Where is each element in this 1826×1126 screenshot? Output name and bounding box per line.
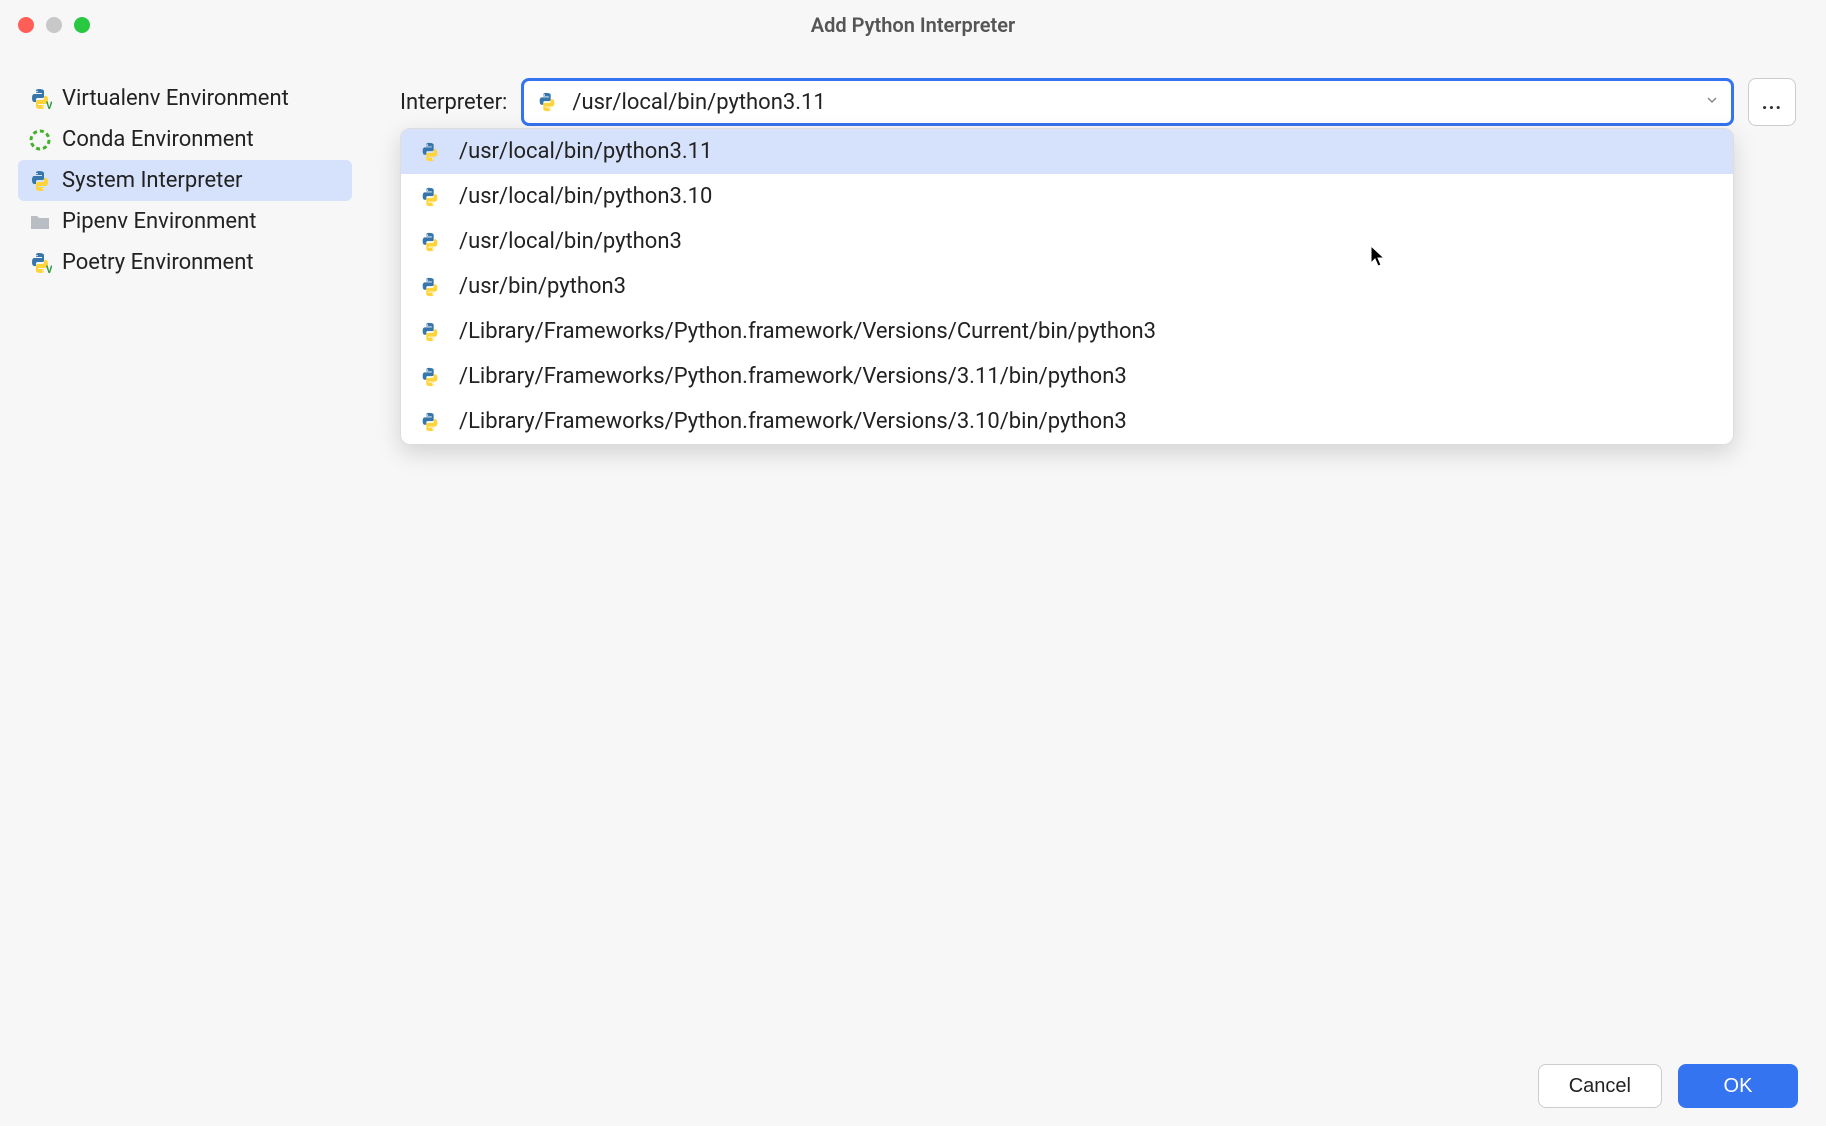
interpreter-row: Interpreter: /usr/local/bin/python3.11 .… [400,78,1796,126]
ok-button[interactable]: OK [1678,1064,1798,1108]
sidebar-item-virtualenv-environment[interactable]: V Virtualenv Environment [18,78,352,119]
python-v-icon: V [28,251,52,275]
dropdown-option-label: /Library/Frameworks/Python.framework/Ver… [459,319,1156,344]
dropdown-option[interactable]: /usr/local/bin/python3.11 [401,129,1733,174]
python-icon [419,411,441,433]
interpreter-selected-value: /usr/local/bin/python3.11 [572,90,1705,115]
interpreter-label: Interpreter: [400,90,507,115]
content: V Virtualenv Environment Conda Environment… [0,50,1826,1046]
sidebar-item-pipenv-environment[interactable]: Pipenv Environment [18,201,352,242]
dropdown-option[interactable]: /Library/Frameworks/Python.framework/Ver… [401,354,1733,399]
browse-button[interactable]: ... [1748,78,1796,126]
svg-text:V: V [46,265,52,275]
python-icon [28,169,52,193]
maximize-button[interactable] [74,17,90,33]
svg-text:V: V [46,101,52,111]
python-icon [419,276,441,298]
interpreter-combobox[interactable]: /usr/local/bin/python3.11 [521,78,1734,126]
python-icon [419,366,441,388]
dialog-window: Add Python Interpreter V Virtualenv Envir… [0,0,1826,1126]
cancel-button[interactable]: Cancel [1538,1064,1662,1108]
titlebar: Add Python Interpreter [0,0,1826,50]
sidebar-item-poetry-environment[interactable]: V Poetry Environment [18,242,352,283]
sidebar-item-label: Pipenv Environment [62,209,256,234]
minimize-button[interactable] [46,17,62,33]
dropdown-option[interactable]: /Library/Frameworks/Python.framework/Ver… [401,309,1733,354]
folder-icon [28,210,52,234]
sidebar-item-system-interpreter[interactable]: System Interpreter [18,160,352,201]
conda-icon [28,128,52,152]
dropdown-option-label: /Library/Frameworks/Python.framework/Ver… [459,364,1127,389]
dropdown-option[interactable]: /Library/Frameworks/Python.framework/Ver… [401,399,1733,444]
dropdown-option-label: /Library/Frameworks/Python.framework/Ver… [459,409,1127,434]
dropdown-option-label: /usr/local/bin/python3.10 [459,184,712,209]
python-icon [419,141,441,163]
dropdown-option[interactable]: /usr/local/bin/python3 [401,219,1733,264]
python-icon [419,186,441,208]
python-icon [419,231,441,253]
dropdown-option-label: /usr/local/bin/python3 [459,229,682,254]
dropdown-option-label: /usr/bin/python3 [459,274,626,299]
sidebar-item-label: Conda Environment [62,127,254,152]
python-icon [536,91,558,113]
sidebar: V Virtualenv Environment Conda Environment… [0,50,370,1046]
close-button[interactable] [18,17,34,33]
interpreter-dropdown: /usr/local/bin/python3.11/usr/local/bin/… [400,128,1734,445]
window-title: Add Python Interpreter [811,13,1015,37]
dropdown-option-label: /usr/local/bin/python3.11 [459,139,712,164]
dropdown-option[interactable]: /usr/local/bin/python3.10 [401,174,1733,219]
python-v-icon: V [28,87,52,111]
traffic-lights [18,17,90,33]
sidebar-item-conda-environment[interactable]: Conda Environment [18,119,352,160]
python-icon [419,321,441,343]
sidebar-item-label: Virtualenv Environment [62,86,289,111]
sidebar-item-label: Poetry Environment [62,250,254,275]
footer: Cancel OK [0,1046,1826,1126]
chevron-down-icon [1705,93,1719,111]
dropdown-option[interactable]: /usr/bin/python3 [401,264,1733,309]
sidebar-item-label: System Interpreter [62,168,242,193]
main-panel: Interpreter: /usr/local/bin/python3.11 .… [370,50,1826,1046]
